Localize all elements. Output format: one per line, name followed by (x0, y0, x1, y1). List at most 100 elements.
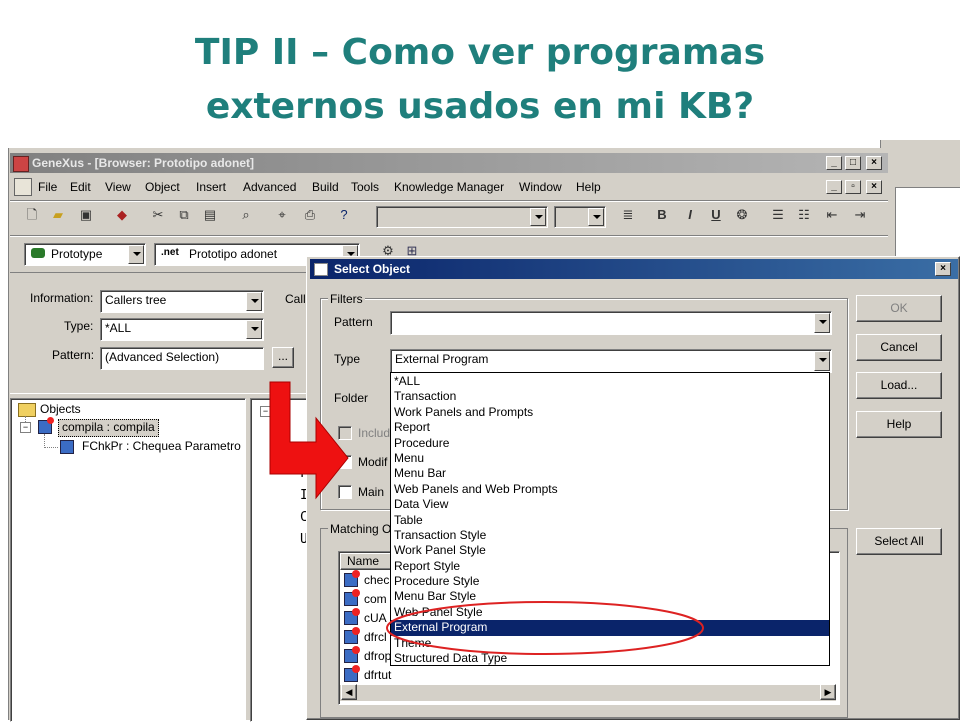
numbered-list-icon[interactable]: ☰ (770, 207, 786, 223)
copy-icon[interactable]: ⧉ (176, 207, 192, 223)
tree-item-compila[interactable]: compila : compila (58, 419, 159, 437)
type-value: *ALL (105, 321, 132, 335)
italic-icon[interactable]: I (682, 207, 698, 223)
main-window-titlebar: GeneXus - [Browser: Prototipo adonet] (10, 153, 888, 173)
tree-line (44, 447, 58, 449)
ok-button[interactable]: OK (856, 295, 942, 322)
dialog-type-label: Type (334, 352, 361, 366)
error-badge-icon (352, 627, 360, 635)
information-combo[interactable]: Callers tree (100, 290, 264, 313)
type-option[interactable]: Transaction (391, 389, 829, 404)
type-option[interactable]: Work Panels and Prompts (391, 405, 829, 420)
font-combo[interactable] (376, 206, 548, 228)
type-option[interactable]: Procedure Style (391, 574, 829, 589)
paste-icon[interactable]: ▤ (202, 207, 218, 223)
menu-item-tools[interactable]: Tools (351, 180, 379, 194)
indent-icon[interactable]: ⇤ (824, 207, 840, 223)
dialog-type-value: External Program (395, 352, 489, 366)
menu-item-build[interactable]: Build (312, 180, 339, 194)
mdi-minimize-button[interactable]: _ (826, 180, 842, 194)
help-pointer-icon[interactable]: ? (336, 207, 352, 223)
menu-item-window[interactable]: Window (519, 180, 562, 194)
underline-icon[interactable]: U (708, 207, 724, 223)
replace-icon[interactable]: ⌖ (274, 207, 290, 223)
pattern-field[interactable]: (Advanced Selection) (100, 347, 264, 370)
grid-cell-name: dfrtut (364, 668, 392, 682)
load-button[interactable]: Load... (856, 372, 942, 399)
scroll-left-button[interactable]: ◀ (341, 684, 357, 700)
tree-item-fchkpr[interactable]: FChkPr : Chequea Parametro (82, 439, 242, 453)
type-option[interactable]: Report Style (391, 559, 829, 574)
menu-doc-icon (14, 178, 32, 196)
dialog-pattern-label: Pattern (334, 315, 373, 329)
tree-root[interactable]: Objects (40, 402, 81, 416)
error-badge-icon (352, 589, 360, 597)
objects-folder-icon (18, 403, 36, 417)
build-icon[interactable]: ◆ (114, 207, 130, 223)
toolbar-separator (10, 200, 888, 202)
menu-item-advanced[interactable]: Advanced (243, 180, 296, 194)
type-option[interactable]: Transaction Style (391, 528, 829, 543)
bullet-list-icon[interactable]: ☷ (796, 207, 812, 223)
cancel-button[interactable]: Cancel (856, 334, 942, 361)
menu-item-view[interactable]: View (105, 180, 131, 194)
dialog-type-combo[interactable]: External Program (390, 349, 832, 373)
cut-icon[interactable]: ✂ (150, 207, 166, 223)
model-icon (31, 248, 45, 258)
minimize-button[interactable]: _ (826, 156, 842, 170)
model-combo[interactable]: Prototype (24, 243, 146, 266)
grid-hscrollbar[interactable] (340, 684, 836, 701)
dialog-icon (314, 263, 328, 276)
type-option[interactable]: Table (391, 513, 829, 528)
menu-item-edit[interactable]: Edit (70, 180, 91, 194)
type-option[interactable]: Data View (391, 497, 829, 512)
type-option[interactable]: Work Panel Style (391, 543, 829, 558)
font-size-combo[interactable] (554, 206, 606, 228)
grid-header-name[interactable]: Name (340, 553, 394, 570)
color-icon[interactable]: ❂ (734, 207, 750, 223)
type-option[interactable]: *ALL (391, 374, 829, 389)
close-button[interactable]: × (866, 156, 882, 170)
type-option[interactable]: Menu Bar (391, 466, 829, 481)
select-all-button[interactable]: Select All (856, 528, 942, 555)
maximize-button[interactable]: □ (845, 156, 861, 170)
grid-cell-name: chec (364, 573, 390, 587)
pattern-browse-button[interactable]: ... (272, 347, 294, 368)
procedure-object-icon (60, 440, 74, 454)
scroll-right-button[interactable]: ▶ (820, 684, 836, 700)
main-checkbox-label: Main (358, 485, 385, 499)
align-icon[interactable]: ≣ (620, 207, 636, 223)
menu-item-insert[interactable]: Insert (196, 180, 226, 194)
type-option[interactable]: Web Panels and Web Prompts (391, 482, 829, 497)
bold-icon[interactable]: B (654, 207, 670, 223)
dialog-pattern-combo[interactable] (390, 311, 832, 335)
tree-line (44, 434, 46, 448)
collapse-icon[interactable]: − (20, 422, 31, 433)
print-icon[interactable]: ⎙ (302, 207, 318, 223)
type-option[interactable]: Menu (391, 451, 829, 466)
open-folder-icon[interactable]: ▰ (50, 207, 66, 223)
environment-combo-value: Prototipo adonet (189, 247, 278, 261)
menu-item-help[interactable]: Help (576, 180, 601, 194)
mdi-close-button[interactable]: × (866, 180, 882, 194)
type-combo[interactable]: *ALL (100, 318, 264, 341)
type-option[interactable]: Report (391, 420, 829, 435)
tree-item-compila-label: compila : compila (62, 420, 155, 434)
dialog-titlebar: Select Object (310, 259, 958, 279)
new-icon[interactable]: 🗋 (24, 207, 40, 223)
type-option[interactable]: Procedure (391, 436, 829, 451)
information-value: Callers tree (105, 293, 167, 307)
dialog-close-button[interactable]: × (935, 262, 951, 276)
menu-item-object[interactable]: Object (145, 180, 180, 194)
call-label: Call (285, 292, 306, 306)
save-icon[interactable]: ▣ (78, 207, 94, 223)
menu-item-knowledge-manager[interactable]: Knowledge Manager (394, 180, 504, 194)
mdi-restore-button[interactable]: ▫ (845, 180, 861, 194)
find-icon[interactable]: ⌕ (238, 207, 254, 223)
slide-title-line2: externos usados en mi KB? (205, 86, 755, 127)
toolbar-separator (10, 235, 888, 237)
outdent-icon[interactable]: ⇥ (852, 207, 868, 223)
help-button[interactable]: Help (856, 411, 942, 438)
menu-item-file[interactable]: File (38, 180, 57, 194)
include-checkbox-label: Includ (358, 426, 391, 440)
